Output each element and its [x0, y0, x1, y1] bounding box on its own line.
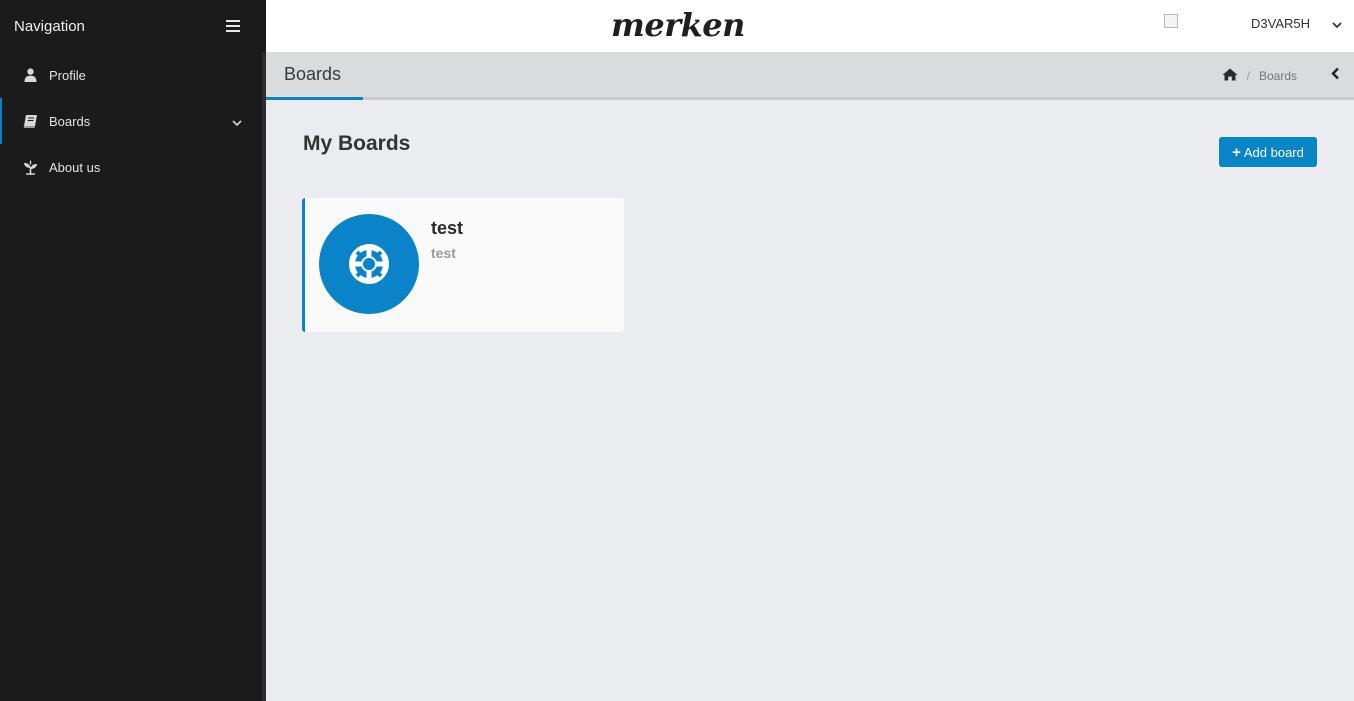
add-board-button[interactable]: + Add board — [1219, 137, 1317, 167]
breadcrumb-separator: / — [1246, 69, 1250, 83]
sidebar-item-about-us[interactable]: About us — [0, 144, 262, 190]
sidebar-item-label: About us — [49, 159, 101, 175]
sidebar-item-label: Boards — [49, 113, 91, 129]
sidebar-item-profile[interactable]: Profile — [0, 52, 262, 98]
page-header: Boards / Boards — [266, 52, 1354, 100]
board-description: test — [431, 245, 456, 261]
board-card[interactable]: test test — [302, 198, 624, 332]
sidebar: Navigation Profile Boards About us — [0, 0, 262, 701]
breadcrumb: / Boards — [1222, 68, 1297, 84]
chevron-left-icon[interactable] — [1331, 67, 1340, 85]
sidebar-item-boards[interactable]: Boards — [0, 98, 262, 144]
plus-icon: + — [1232, 143, 1241, 161]
sidebar-edge — [262, 52, 266, 701]
top-header: merken D3VAR5H — [266, 0, 1354, 52]
leaf-icon — [22, 159, 38, 175]
user-avatar[interactable] — [1164, 14, 1178, 28]
section-title: My Boards — [303, 132, 411, 155]
user-icon — [22, 67, 38, 83]
app-logo[interactable]: merken — [611, 6, 745, 44]
page-title: Boards — [284, 64, 342, 84]
page-title-underline — [266, 97, 363, 100]
sidebar-item-label: Profile — [49, 67, 86, 83]
breadcrumb-current: Boards — [1258, 69, 1297, 83]
board-name: test — [431, 218, 464, 238]
home-icon[interactable] — [1222, 68, 1238, 84]
sidebar-header: Navigation — [0, 0, 262, 52]
book-icon — [22, 113, 38, 129]
menu-toggle-icon[interactable] — [226, 20, 240, 32]
sidebar-title: Navigation — [14, 17, 85, 35]
chevron-down-icon[interactable] — [232, 115, 242, 130]
add-board-label: Add board — [1243, 144, 1304, 160]
username[interactable]: D3VAR5H — [1251, 16, 1310, 31]
life-ring-icon — [319, 214, 419, 314]
chevron-down-icon[interactable] — [1332, 16, 1342, 34]
